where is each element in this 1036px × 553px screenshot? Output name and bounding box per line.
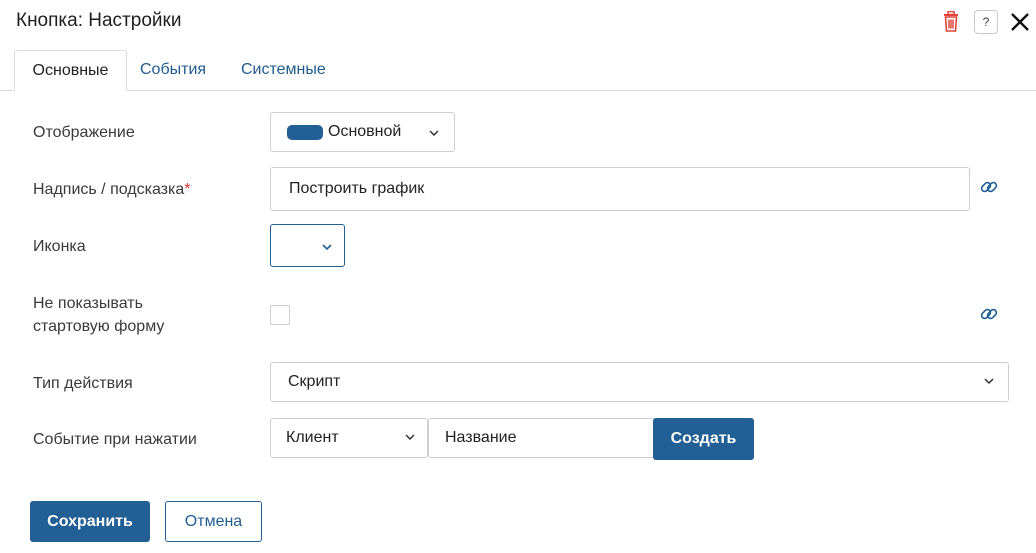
trash-icon[interactable] bbox=[942, 11, 960, 33]
event-name-value: Название bbox=[445, 429, 517, 446]
caption-label-text: Надпись / подсказка bbox=[33, 181, 185, 198]
close-icon[interactable] bbox=[1010, 12, 1030, 32]
required-mark: * bbox=[184, 181, 191, 198]
hide-start-form-label-line1: Не показывать bbox=[33, 295, 143, 312]
color-swatch bbox=[287, 125, 323, 140]
link-icon[interactable] bbox=[978, 176, 1000, 198]
help-icon[interactable]: ? bbox=[974, 10, 998, 34]
action-type-select[interactable]: Скрипт bbox=[270, 362, 1009, 402]
chevron-down-icon bbox=[405, 434, 415, 441]
save-button[interactable]: Сохранить bbox=[30, 501, 150, 542]
action-type-label: Тип действия bbox=[33, 375, 133, 392]
caption-input[interactable]: Построить график bbox=[270, 167, 970, 211]
tab-main[interactable]: Основные bbox=[14, 50, 127, 91]
click-event-label: Событие при нажатии bbox=[33, 431, 197, 448]
event-side-value: Клиент bbox=[286, 429, 339, 446]
icon-select[interactable] bbox=[270, 224, 345, 267]
chevron-down-icon bbox=[984, 378, 994, 385]
tab-system[interactable]: Системные bbox=[241, 50, 326, 91]
tab-events[interactable]: События bbox=[140, 50, 206, 91]
event-name-input[interactable]: Название bbox=[428, 418, 655, 458]
header-actions: ? bbox=[942, 10, 1030, 34]
icon-label: Иконка bbox=[33, 238, 86, 255]
display-select-value: Основной bbox=[328, 123, 402, 140]
hide-start-form-label-line2: стартовую форму bbox=[33, 318, 165, 335]
chevron-down-icon bbox=[322, 244, 332, 251]
link-icon[interactable] bbox=[978, 303, 1000, 325]
event-side-select[interactable]: Клиент bbox=[270, 418, 428, 458]
action-type-value: Скрипт bbox=[288, 373, 341, 390]
dialog-title: Кнопка: Настройки bbox=[16, 10, 182, 31]
display-select[interactable]: Основной bbox=[270, 112, 455, 152]
hide-start-form-checkbox[interactable] bbox=[270, 305, 290, 325]
caption-input-value: Построить график bbox=[289, 180, 425, 197]
tab-bar: Основные События Системные bbox=[0, 50, 1036, 91]
create-button[interactable]: Создать bbox=[653, 418, 754, 460]
cancel-button[interactable]: Отмена bbox=[165, 501, 262, 542]
chevron-down-icon bbox=[429, 130, 439, 137]
display-label: Отображение bbox=[33, 124, 135, 141]
hide-start-form-label: Не показывать стартовую форму bbox=[33, 292, 164, 338]
caption-label: Надпись / подсказка* bbox=[33, 178, 191, 201]
